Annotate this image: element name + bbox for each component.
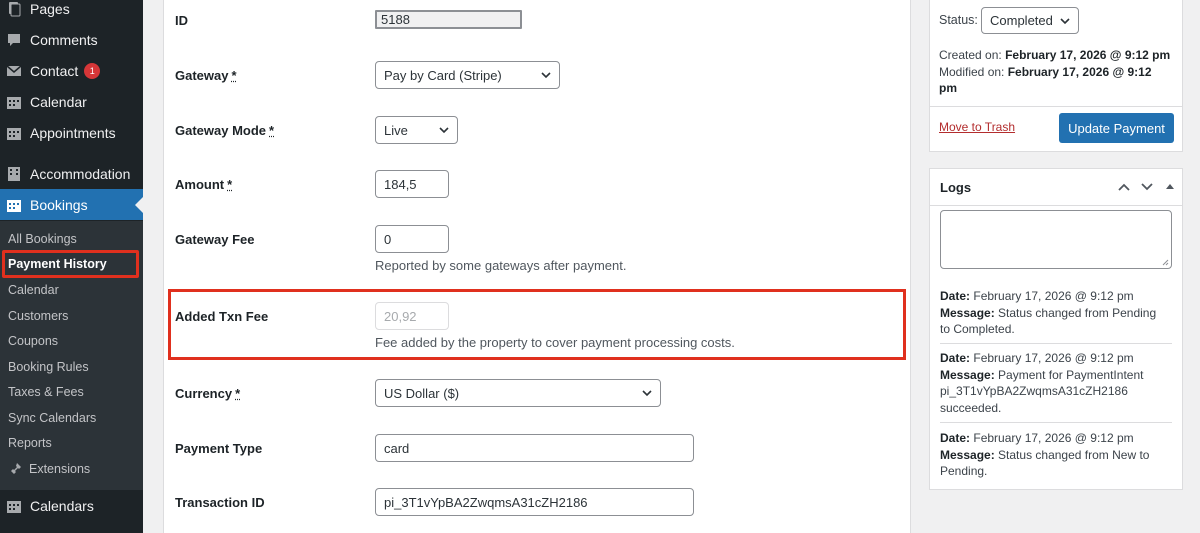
modified-on-cont: pm [939,81,957,95]
submenu-label: Extensions [29,462,91,476]
divider [940,343,1172,344]
menu-item-label: Pages [30,0,70,17]
amount-label: Amount * [175,177,233,192]
chevron-up-icon[interactable] [1117,181,1131,193]
pages-icon [6,1,22,17]
comments-icon [6,32,22,48]
currency-label: Currency * [175,386,241,401]
menu-item-comments[interactable]: Comments [0,24,143,55]
status-select[interactable]: Completed [981,7,1079,34]
chevron-down-icon [439,127,449,134]
submenu-all-bookings[interactable]: All Bookings [8,230,77,248]
menu-item-appointments[interactable]: Appointments [0,117,143,148]
transaction-id-input[interactable]: pi_3T1vYpBA2ZwqmsA31cZH2186 [375,488,694,516]
status-label: Status: [939,13,978,27]
menu-item-calendar[interactable]: Calendar [0,86,143,117]
menu-item-label: Contact [30,62,79,79]
update-payment-button[interactable]: Update Payment [1059,113,1174,143]
caret-up-icon[interactable] [1164,181,1176,193]
chevron-down-icon [541,72,551,79]
highlight-annotation [168,289,906,360]
chevron-down-icon[interactable] [1140,181,1154,193]
payment-type-input[interactable]: card [375,434,694,462]
plugin-icon [10,461,22,474]
building-icon [6,166,22,182]
gateway-select-value: Pay by Card (Stripe) [384,67,502,83]
notification-badge: 1 [84,62,101,79]
created-on: Created on: February 17, 2026 @ 9:12 pm [939,48,1171,62]
id-label: ID [175,13,188,28]
menu-item-label: Bookings [30,196,88,213]
calendar-icon [6,197,22,213]
currency-select[interactable]: US Dollar ($) [375,379,661,407]
payment-type-label: Payment Type [175,441,263,456]
log-entry: Date: February 17, 2026 @ 9:12 pm Messag… [940,289,1157,336]
resize-handle-icon[interactable] [1162,259,1169,266]
chevron-down-icon [1060,17,1070,24]
gateway-mode-select-value: Live [384,122,408,138]
submenu-customers[interactable]: Customers [8,307,68,325]
gateway-mode-label: Gateway Mode * [175,123,275,138]
menu-item-bookings[interactable]: Bookings [0,189,143,220]
menu-item-accommodation[interactable]: Accommodation [0,158,143,189]
divider [940,422,1172,423]
submenu-reports[interactable]: Reports [8,434,52,452]
highlight-annotation [2,250,139,278]
currency-select-value: US Dollar ($) [384,385,460,401]
menu-item-label: Appointments [30,124,116,141]
move-to-trash-link[interactable]: Move to Trash [939,120,1015,134]
calendar-icon [6,498,22,514]
menu-item-label: Calendar [30,93,87,110]
submenu-booking-rules[interactable]: Booking Rules [8,358,89,376]
gateway-fee-label: Gateway Fee [175,232,255,247]
menu-item-calendars[interactable]: Calendars [0,490,143,521]
menu-item-label: Comments [30,31,98,48]
active-indicator [135,197,143,213]
divider [930,205,1182,206]
id-field: 5188 [375,10,522,29]
status-select-value: Completed [990,13,1053,28]
submenu-taxes-fees[interactable]: Taxes & Fees [8,383,84,401]
amount-input[interactable]: 184,5 [375,170,449,198]
admin-sidebar: Pages Comments Contact 1 Calendar Appoin… [0,0,143,533]
submenu-extensions[interactable]: Extensions [10,460,90,478]
gateway-mode-select[interactable]: Live [375,116,458,144]
calendar-icon [6,125,22,141]
chevron-down-icon [642,390,652,397]
log-note-textarea[interactable] [940,210,1172,269]
mail-icon [6,63,22,79]
gateway-fee-input[interactable]: 0 [375,225,449,253]
menu-item-contact[interactable]: Contact 1 [0,55,143,86]
transaction-id-label: Transaction ID [175,495,265,510]
log-entry: Date: February 17, 2026 @ 9:12 pm Messag… [940,431,1150,478]
menu-item-label: Accommodation [30,165,131,182]
calendar-icon [6,94,22,110]
logs-title: Logs [940,180,972,195]
submenu-sync-calendars[interactable]: Sync Calendars [8,409,96,427]
divider [930,106,1182,107]
submenu-coupons[interactable]: Coupons [8,332,58,350]
submenu-calendar[interactable]: Calendar [8,281,59,299]
menu-item-label: Calendars [30,497,94,514]
menu-item-pages[interactable]: Pages [0,0,143,24]
modified-on: Modified on: February 17, 2026 @ 9:12 [939,65,1152,79]
gateway-label: Gateway * [175,68,237,83]
log-entry: Date: February 17, 2026 @ 9:12 pm Messag… [940,351,1144,415]
gateway-fee-description: Reported by some gateways after payment. [375,258,627,273]
gateway-select[interactable]: Pay by Card (Stripe) [375,61,560,89]
